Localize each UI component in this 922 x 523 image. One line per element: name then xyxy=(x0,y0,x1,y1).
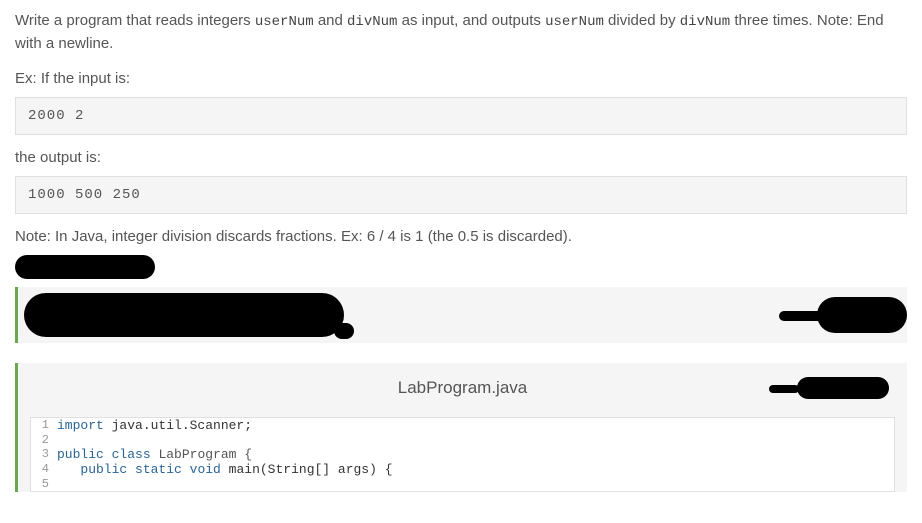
keyword-static: static xyxy=(135,462,182,477)
desc-text-1: Write a program that reads integers xyxy=(15,12,255,29)
editor-header: LabProgram.java xyxy=(18,363,907,417)
redacted-small-right xyxy=(797,377,889,399)
var-divnum-1: divNum xyxy=(347,14,397,30)
method-rest: main(String[] args) { xyxy=(221,462,393,477)
example-input-label: Ex: If the input is: xyxy=(15,70,907,87)
keyword-import: import xyxy=(57,418,104,433)
example-output-block: 1000 500 250 xyxy=(15,176,907,214)
import-rest: java.util.Scanner; xyxy=(104,418,252,433)
line-number: 2 xyxy=(31,433,57,447)
keyword-class: class xyxy=(112,447,151,462)
line-content xyxy=(57,433,894,447)
editor-filename: LabProgram.java xyxy=(398,378,527,397)
example-output-label: the output is: xyxy=(15,149,907,166)
line-content xyxy=(57,477,894,491)
var-divnum-2: divNum xyxy=(680,14,730,30)
line-number: 1 xyxy=(31,418,57,433)
line-content: import java.util.Scanner; xyxy=(57,418,894,433)
editor-title-wrap: LabProgram.java xyxy=(128,378,797,398)
example-input-block: 2000 2 xyxy=(15,97,907,135)
var-usernum-1: userNum xyxy=(255,14,314,30)
redacted-blob-left xyxy=(24,293,344,337)
code-line-3: 3 public class LabProgram { xyxy=(31,447,894,462)
desc-text-2: and xyxy=(314,12,347,29)
desc-text-3: as input, and outputs xyxy=(397,12,545,29)
class-name: LabProgram { xyxy=(151,447,252,462)
line-content: public static void main(String[] args) { xyxy=(57,462,894,477)
code-line-1: 1 import java.util.Scanner; xyxy=(31,418,894,433)
redacted-blob-right xyxy=(817,297,907,333)
redacted-row xyxy=(15,287,907,343)
line-number: 5 xyxy=(31,477,57,491)
problem-description: Write a program that reads integers user… xyxy=(15,10,907,56)
code-line-4: 4 public static void main(String[] args)… xyxy=(31,462,894,477)
code-editor[interactable]: 1 import java.util.Scanner; 2 3 public c… xyxy=(30,417,895,492)
line-number: 4 xyxy=(31,462,57,477)
var-usernum-2: userNum xyxy=(545,14,604,30)
integer-division-note: Note: In Java, integer division discards… xyxy=(15,228,907,245)
keyword-public: public xyxy=(57,447,104,462)
editor-container: LabProgram.java 1 import java.util.Scann… xyxy=(15,363,907,492)
redacted-bar-1 xyxy=(15,255,155,279)
code-line-2: 2 xyxy=(31,433,894,447)
line-number: 3 xyxy=(31,447,57,462)
keyword-void: void xyxy=(190,462,221,477)
line-content: public class LabProgram { xyxy=(57,447,894,462)
desc-text-4: divided by xyxy=(604,12,680,29)
keyword-public: public xyxy=(80,462,127,477)
code-line-5: 5 xyxy=(31,477,894,491)
